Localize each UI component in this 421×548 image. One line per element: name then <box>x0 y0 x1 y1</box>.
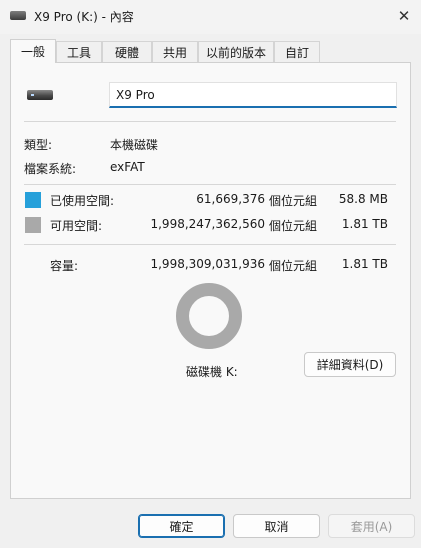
used-space-label: 已使用空間: <box>50 194 115 208</box>
capacity-unit: 個位元組 <box>269 259 318 273</box>
close-button[interactable]: ✕ <box>392 4 416 28</box>
file-system-value: exFAT <box>110 160 145 174</box>
type-label: 類型: <box>24 138 53 152</box>
free-space-bytes: 1,998,247,362,560 <box>150 217 265 231</box>
used-space-unit: 個位元組 <box>269 194 318 208</box>
free-space-label: 可用空間: <box>50 219 103 233</box>
capacity-label: 容量: <box>50 259 79 273</box>
tab-tools[interactable]: 工具 <box>56 41 102 62</box>
used-space-size: 58.8 MB <box>338 192 388 206</box>
cancel-button[interactable]: 取消 <box>233 514 320 538</box>
tab-panel-general <box>10 62 411 499</box>
file-system-label: 檔案系統: <box>24 162 77 176</box>
divider <box>24 184 396 185</box>
divider <box>24 121 396 122</box>
type-value: 本機磁碟 <box>110 138 159 152</box>
free-space-color-swatch <box>25 217 41 233</box>
divider <box>24 244 396 245</box>
used-space-bytes: 61,669,376 <box>196 192 265 206</box>
disk-usage-donut <box>176 283 242 349</box>
tab-previous-versions[interactable]: 以前的版本 <box>198 41 274 62</box>
ok-button[interactable]: 確定 <box>138 514 225 538</box>
free-space-unit: 個位元組 <box>269 219 318 233</box>
hard-drive-icon <box>27 90 53 100</box>
used-space-color-swatch <box>25 192 41 208</box>
tab-general[interactable]: 一般 <box>10 39 56 63</box>
capacity-bytes: 1,998,309,031,936 <box>150 257 265 271</box>
drive-icon <box>10 11 26 20</box>
apply-button[interactable]: 套用(A) <box>328 514 415 538</box>
free-space-size: 1.81 TB <box>341 217 388 231</box>
tab-customize[interactable]: 自訂 <box>274 41 320 62</box>
tab-sharing[interactable]: 共用 <box>152 41 198 62</box>
window-title: X9 Pro (K:) - 內容 <box>34 10 134 24</box>
drive-letter-label: 磁碟機 K: <box>186 365 238 379</box>
tab-hardware[interactable]: 硬體 <box>102 41 152 62</box>
capacity-size: 1.81 TB <box>341 257 388 271</box>
drive-name-input[interactable] <box>109 82 397 108</box>
details-button[interactable]: 詳細資料(D) <box>304 352 396 377</box>
